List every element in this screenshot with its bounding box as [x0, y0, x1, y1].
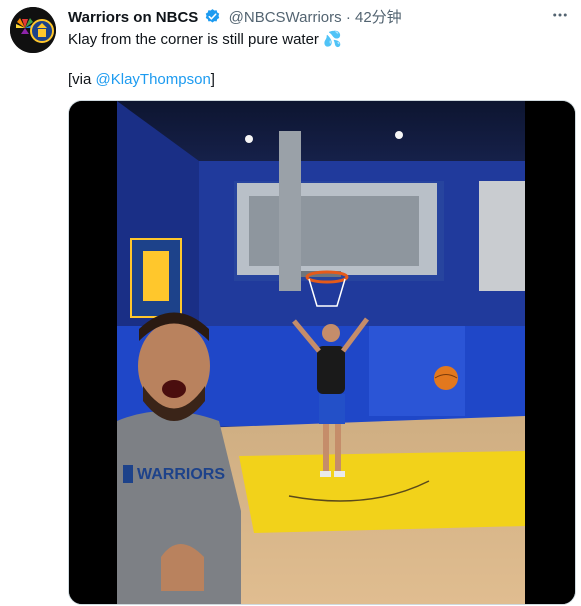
- tweet-timestamp[interactable]: 42分钟: [355, 9, 402, 26]
- video-frame: WARRIORS: [69, 101, 575, 604]
- tweet-text: Klay from the corner is still pure water…: [68, 30, 342, 50]
- author-name[interactable]: Warriors on NBCS: [68, 9, 198, 26]
- header-separator: ·: [345, 9, 351, 26]
- gym-scene: WARRIORS: [117, 101, 525, 604]
- author-avatar[interactable]: [10, 7, 56, 53]
- tweet-body: Klay from the corner is still pure water: [68, 31, 319, 48]
- via-suffix: ]: [210, 71, 215, 88]
- video-player[interactable]: WARRIORS: [68, 100, 576, 605]
- via-line: [via @KlayThompson]: [68, 70, 215, 90]
- tweet-header: Warriors on NBCS @NBCSWarriors · 42分钟: [68, 6, 569, 28]
- author-handle[interactable]: @NBCSWarriors: [229, 9, 342, 26]
- jersey-text: WARRIORS: [137, 466, 225, 483]
- water-drops-emoji: 💦: [323, 31, 342, 48]
- via-prefix: [via: [68, 71, 96, 88]
- verified-badge-icon: [204, 8, 221, 29]
- mention-link[interactable]: @KlayThompson: [96, 71, 211, 88]
- more-dots-icon[interactable]: [551, 6, 569, 29]
